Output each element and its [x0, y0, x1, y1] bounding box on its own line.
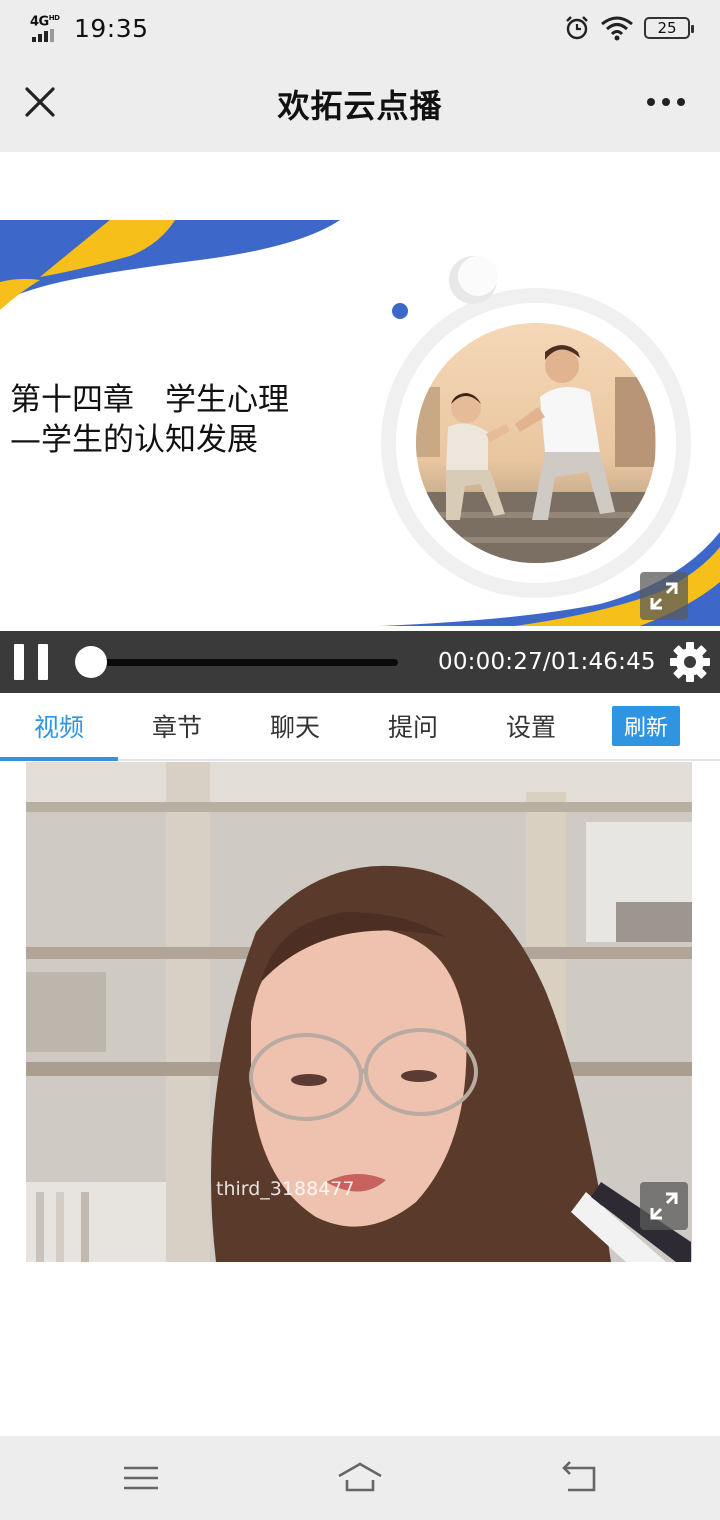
- page-title: 欢拓云点播: [277, 87, 443, 125]
- title-bar: 欢拓云点播: [0, 56, 720, 152]
- tab-settings[interactable]: 设置: [472, 693, 590, 759]
- camera-fullscreen-icon[interactable]: [640, 1182, 688, 1230]
- pause-button[interactable]: [14, 644, 50, 680]
- status-bar: 4GHD 19:35 25: [0, 0, 720, 56]
- clock: 19:35: [74, 13, 149, 43]
- signal-icon: 4GHD: [30, 14, 64, 42]
- battery-icon: 25: [644, 17, 694, 39]
- seek-handle[interactable]: [75, 646, 108, 678]
- tab-chat[interactable]: 聊天: [236, 693, 354, 759]
- wifi-icon: [601, 16, 633, 41]
- slide-title: 第十四章 学生心理 —学生的认知发展: [10, 382, 289, 458]
- menu-icon[interactable]: [116, 1456, 166, 1500]
- player-controls: 00:00:27/01:46:45: [0, 631, 720, 693]
- fullscreen-icon[interactable]: [640, 572, 688, 620]
- camera-video[interactable]: third_3188477: [26, 762, 692, 1262]
- back-icon[interactable]: [554, 1456, 604, 1500]
- camera-label: third_3188477: [216, 1178, 355, 1200]
- slide-viewer[interactable]: 第十四章 学生心理 —学生的认知发展: [0, 152, 720, 626]
- refresh-button[interactable]: 刷新: [612, 706, 680, 746]
- alarm-icon: [566, 16, 588, 40]
- seek-bar[interactable]: [90, 659, 398, 666]
- tab-chapters[interactable]: 章节: [118, 693, 236, 759]
- presenter-image: [26, 762, 692, 1262]
- close-icon[interactable]: [22, 84, 58, 120]
- home-icon[interactable]: [335, 1456, 385, 1500]
- time-readout: 00:00:27/01:46:45: [438, 649, 656, 675]
- gear-icon[interactable]: [668, 640, 712, 684]
- tab-questions[interactable]: 提问: [354, 693, 472, 759]
- system-nav-bar: [0, 1436, 720, 1520]
- more-icon[interactable]: [646, 94, 686, 110]
- tab-bar: 视频 章节 聊天 提问 设置 刷新: [0, 693, 720, 761]
- tab-video[interactable]: 视频: [0, 693, 118, 761]
